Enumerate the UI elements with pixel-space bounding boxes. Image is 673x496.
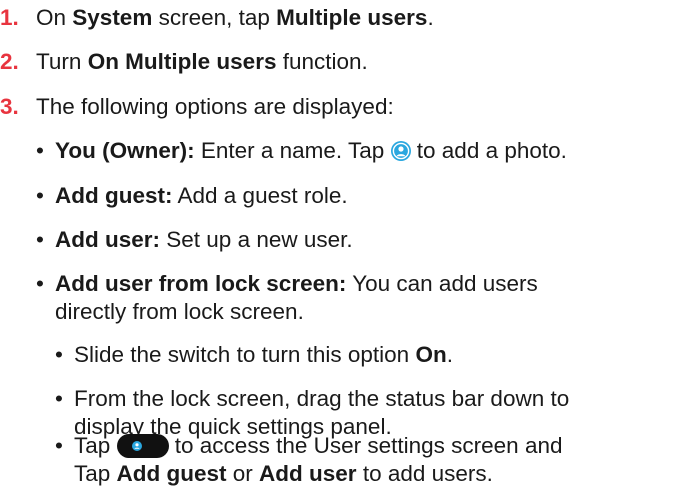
option-owner: • You (Owner): Enter a name. Tap to add a… (36, 138, 567, 163)
option-add-user-lock-screen: • Add user from lock screen: You can add … (36, 271, 538, 324)
sub-option-tap-user-toggle: • Tap to access the User settings screen … (55, 433, 563, 486)
option-add-guest: • Add guest: Add a guest role. (36, 183, 348, 208)
bullet-dot: • (55, 342, 63, 367)
bullet-dot: • (55, 433, 63, 458)
user-toggle-icon (116, 434, 169, 458)
step-3: 3. The following options are displayed: (0, 94, 394, 119)
user-avatar-icon (390, 140, 411, 161)
option-add-user: • Add user: Set up a new user. (36, 227, 353, 252)
step-1: 1. On System screen, tap Multiple users. (0, 5, 434, 30)
sub-option-slide-switch: • Slide the switch to turn this option On… (55, 342, 453, 367)
bullet-dot: • (36, 183, 44, 208)
step-number: 3. (0, 94, 19, 119)
bullet-dot: • (36, 227, 44, 252)
step-number: 1. (0, 5, 19, 30)
bullet-dot: • (36, 271, 44, 296)
bullet-dot: • (55, 386, 63, 411)
step-number: 2. (0, 49, 19, 74)
bullet-dot: • (36, 138, 44, 163)
step-2: 2. Turn On Multiple users function. (0, 49, 368, 74)
